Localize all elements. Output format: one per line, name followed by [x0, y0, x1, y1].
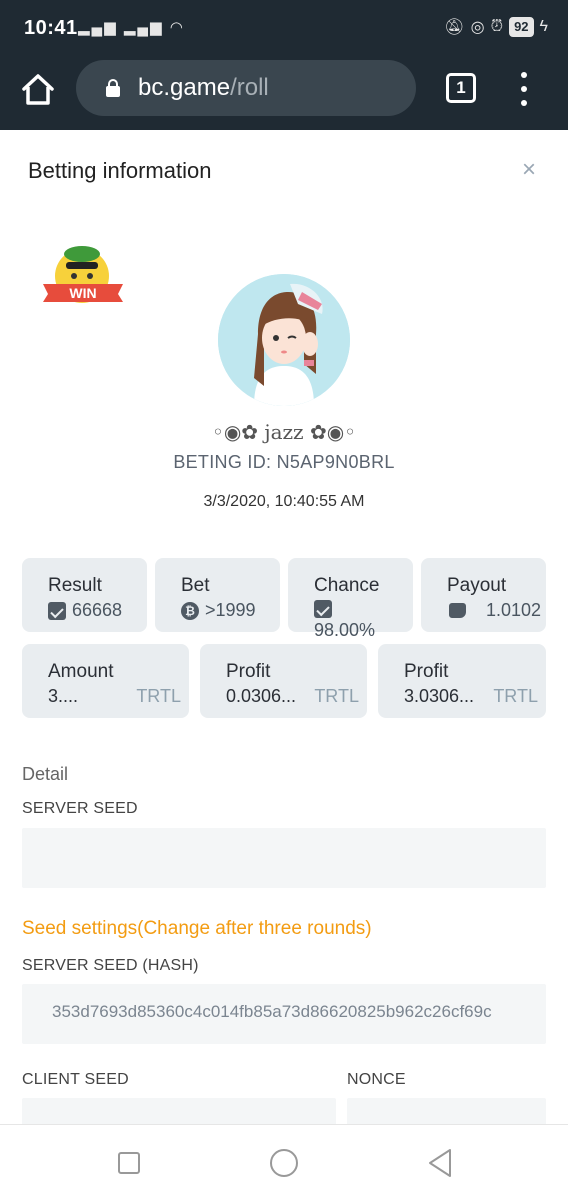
win-badge-text: WIN: [69, 285, 96, 301]
nonce-label: NONCE: [347, 1071, 406, 1088]
url-host: bc.game: [138, 74, 231, 101]
server-seed-field[interactable]: [22, 828, 546, 888]
payout-value: 1.0102: [486, 600, 542, 620]
recent-apps-icon[interactable]: [118, 1152, 140, 1174]
server-seed-label: SERVER SEED: [22, 800, 138, 817]
avatar: [218, 274, 350, 406]
bet-value-wrap: ₿ >1999: [181, 600, 256, 621]
seed-settings-label[interactable]: Seed settings(Change after three rounds): [22, 918, 372, 940]
detail-heading: Detail: [22, 764, 69, 784]
result-card: Result 66668: [22, 558, 147, 632]
total-profit-unit: TRTL: [493, 686, 538, 706]
amount-card: Amount 3.... TRTL: [22, 644, 189, 718]
profit-value: 0.0306...: [226, 686, 297, 706]
status-right-icons: 🔕︎ ◎ ⏰︎ 92 ϟ: [444, 17, 548, 37]
chance-card: Chance 98.00%: [288, 558, 413, 640]
charging-icon: ϟ: [539, 18, 548, 35]
amount-value: 3....: [48, 686, 79, 706]
server-seed-hash-value: 353d7693d85360c4c014fb85a73d86620825b962…: [52, 1002, 492, 1021]
rotation-lock-icon: ◎: [470, 19, 485, 36]
result-value-wrap: 66668: [48, 600, 122, 621]
total-profit-card: Profit 3.0306... TRTL: [378, 644, 546, 718]
server-seed-hash-label: SERVER SEED (HASH): [22, 957, 199, 974]
lock-icon: [106, 79, 120, 97]
url-bar[interactable]: bc.game/roll: [76, 60, 416, 116]
bet-card: Bet ₿ >1999: [155, 558, 280, 632]
home-icon[interactable]: [18, 69, 58, 109]
url-text: bc.game/roll: [138, 74, 269, 102]
payout-label: Payout: [447, 575, 507, 596]
back-icon[interactable]: [426, 1147, 454, 1179]
client-seed-label: CLIENT SEED: [22, 1071, 129, 1088]
bet-value: >1999: [205, 600, 256, 620]
roll-icon: [314, 600, 332, 618]
profit-unit: TRTL: [314, 686, 359, 706]
status-bar: 10:41 ▂▄▆ ▂▄▆ ◠ 🔕︎ ◎ ⏰︎ 92 ϟ: [0, 0, 568, 60]
profit-label: Profit: [226, 661, 271, 682]
close-icon[interactable]: ×: [522, 156, 536, 184]
chance-label: Chance: [314, 575, 380, 596]
roll-icon: [48, 601, 66, 620]
payout-card: Payout 1.0102: [421, 558, 546, 632]
bet-time: 3/3/2020, 10:40:55 AM: [203, 493, 365, 510]
signal-wifi-icons: ▂▄▆ ▂▄▆ ◠: [78, 19, 185, 36]
system-nav-bar: [0, 1124, 568, 1200]
tab-switcher-button[interactable]: 1: [446, 73, 476, 103]
chance-value: 98.00%: [314, 620, 376, 640]
battery-icon: 92: [509, 17, 534, 37]
alarm-icon: ⏰︎: [490, 18, 504, 35]
amount-unit: TRTL: [136, 686, 181, 706]
status-time: 10:41: [24, 17, 78, 39]
mute-icon: 🔕︎: [444, 19, 465, 36]
browser-toolbar: bc.game/roll 1: [0, 60, 568, 130]
payout-icon: [449, 603, 466, 618]
server-seed-hash-field[interactable]: 353d7693d85360c4c014fb85a73d86620825b962…: [22, 984, 546, 1044]
amount-label: Amount: [48, 661, 114, 682]
bet-id: BETING ID: N5AP9N0BRL: [173, 452, 395, 472]
chance-value-wrap: 98.00%: [314, 600, 375, 641]
result-value: 66668: [72, 600, 123, 620]
player-name: ◦◉✿ jazz ✿◉◦: [212, 420, 356, 444]
result-label: Result: [48, 575, 102, 596]
win-badge: WIN: [40, 240, 126, 310]
total-profit-value: 3.0306...: [404, 686, 475, 706]
url-path: /roll: [230, 74, 269, 101]
payout-value-wrap: 1.0102: [449, 600, 541, 621]
profit-card: Profit 0.0306... TRTL: [200, 644, 367, 718]
modal-title: Betting information: [28, 158, 212, 183]
home-nav-icon[interactable]: [270, 1149, 298, 1177]
overflow-menu-icon[interactable]: [512, 72, 536, 106]
bet-label: Bet: [181, 575, 210, 596]
total-profit-label: Profit: [404, 661, 449, 682]
bitcoin-icon: ₿: [181, 601, 199, 620]
